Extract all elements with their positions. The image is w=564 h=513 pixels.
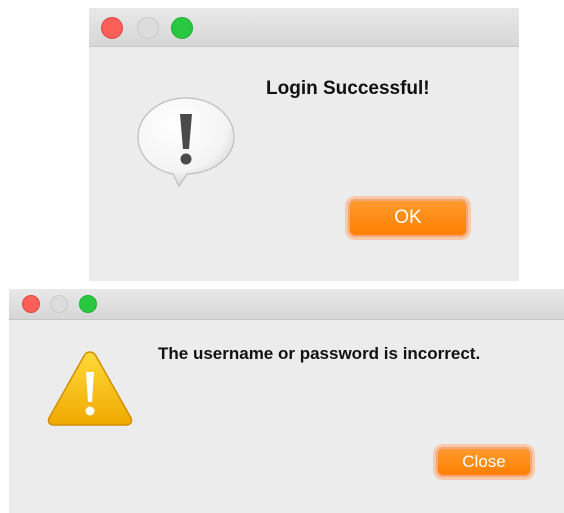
dialog-message: The username or password is incorrect. [158,344,481,363]
minimize-window-button[interactable] [50,295,68,313]
close-window-button[interactable] [22,295,40,313]
title-bar [9,289,564,320]
warning-triangle-icon [47,351,133,426]
dialog-message: Login Successful! [266,78,430,99]
ok-button[interactable]: OK [348,199,468,237]
close-window-button[interactable] [101,17,123,39]
zoom-window-button[interactable] [171,17,193,39]
minimize-window-button[interactable] [137,17,159,39]
close-button[interactable]: Close [436,447,532,477]
speech-bubble-exclamation-icon [137,97,235,188]
login-error-dialog: The username or password is incorrect. C… [9,289,564,513]
zoom-window-button[interactable] [79,295,97,313]
login-success-dialog: Login Successful! OK [89,8,519,281]
title-bar [89,8,519,47]
